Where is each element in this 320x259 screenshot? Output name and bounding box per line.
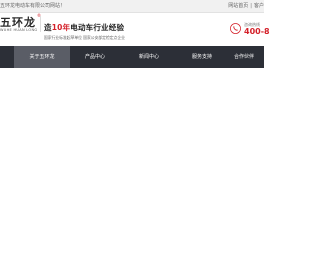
- slogan-description: 国家行业标准起草单位 国家公安部定检定点企业: [44, 35, 125, 40]
- main-banner: [0, 68, 264, 259]
- slogan-suffix: 电动车行业经验: [70, 23, 125, 32]
- logo-subtitle: WUHE HUAN LONG: [0, 28, 38, 32]
- slogan-accent: 10年: [51, 23, 71, 32]
- nav-item-about[interactable]: 关于五环龙: [14, 46, 70, 68]
- nav-item-partners[interactable]: 合作伙伴: [234, 46, 274, 68]
- top-link-separator: |: [250, 3, 252, 9]
- header-slogan: 造10年电动车行业经验 国家行业标准起草单位 国家公安部定检定点企业: [44, 22, 194, 41]
- nav-item-service[interactable]: 服务支持: [177, 46, 227, 68]
- phone-icon: [230, 23, 241, 34]
- nav-item-products[interactable]: 产品中心: [70, 46, 120, 68]
- hotline-block: 咨询热线 400-8: [230, 22, 270, 40]
- slogan-prefix: 造: [44, 23, 52, 32]
- top-link-customer[interactable]: 客户: [254, 3, 264, 9]
- main-nav: 关于五环龙 产品中心 新闻中心 服务支持 合作伙伴: [0, 46, 264, 68]
- hotline-number[interactable]: 400-8: [244, 27, 270, 36]
- top-link-home[interactable]: 网站首页: [228, 3, 248, 9]
- nav-item-news[interactable]: 新闻中心: [124, 46, 174, 68]
- top-utility-bar: 五环龙电动车有限公司网站！ 网站首页 | 客户: [0, 0, 264, 13]
- top-links: 网站首页 | 客户: [226, 0, 264, 12]
- header-divider: [40, 16, 41, 32]
- welcome-text: 五环龙电动车有限公司网站！: [0, 3, 66, 9]
- slogan-headline: 造10年电动车行业经验: [44, 22, 194, 33]
- site-logo[interactable]: 五环龙 ® WUHE HUAN LONG: [0, 13, 41, 36]
